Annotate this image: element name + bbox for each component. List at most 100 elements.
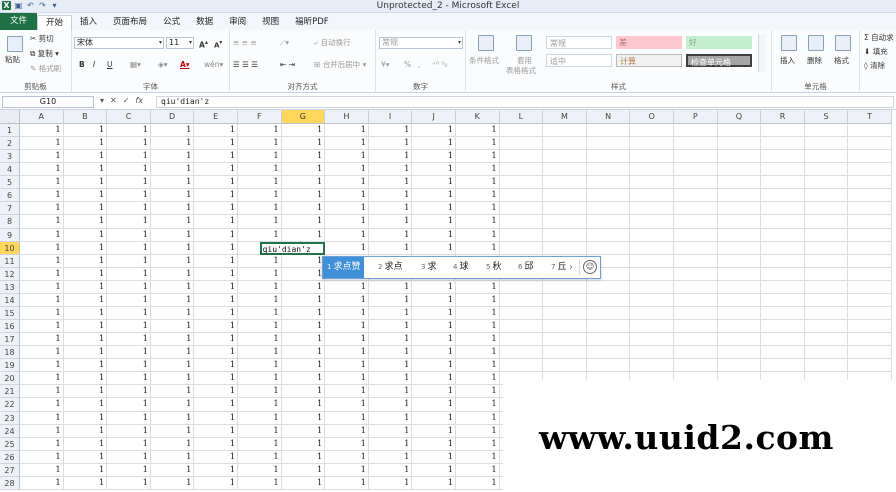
- empty-cell[interactable]: [848, 215, 892, 229]
- conditional-format-button[interactable]: 条件格式: [469, 56, 499, 66]
- cell[interactable]: 1: [412, 411, 456, 425]
- empty-cell[interactable]: [543, 124, 587, 138]
- empty-cell[interactable]: [630, 176, 674, 190]
- currency-icon[interactable]: ¥▾: [381, 60, 390, 70]
- row-header-12[interactable]: 12: [0, 267, 20, 281]
- empty-cell[interactable]: [848, 306, 892, 321]
- empty-cell[interactable]: [804, 176, 849, 190]
- cell[interactable]: 1: [150, 163, 195, 177]
- cell[interactable]: 1: [238, 228, 282, 242]
- cell[interactable]: 1: [456, 124, 500, 138]
- delete-cells-button[interactable]: 删除: [807, 56, 822, 66]
- cell[interactable]: 1: [325, 202, 369, 216]
- empty-cell[interactable]: [804, 228, 849, 242]
- row-header-20[interactable]: 20: [0, 372, 20, 386]
- empty-cell[interactable]: [630, 306, 674, 321]
- empty-cell[interactable]: [804, 333, 849, 347]
- row-header-26[interactable]: 26: [0, 450, 20, 464]
- empty-cell[interactable]: [630, 254, 674, 268]
- empty-cell[interactable]: [586, 202, 631, 216]
- empty-cell[interactable]: [586, 137, 631, 151]
- cell[interactable]: 1: [194, 267, 238, 281]
- empty-cell[interactable]: [761, 333, 805, 347]
- cell[interactable]: 1: [238, 215, 282, 229]
- cell[interactable]: 1: [238, 293, 282, 307]
- row-header-3[interactable]: 3: [0, 150, 20, 164]
- tab-view[interactable]: 视图: [254, 15, 287, 30]
- empty-cell[interactable]: [717, 163, 762, 177]
- cell[interactable]: 1: [281, 293, 326, 307]
- empty-cell[interactable]: [674, 359, 718, 373]
- check-icon[interactable]: ✓: [123, 96, 130, 105]
- cell[interactable]: 1: [194, 346, 238, 360]
- row-header-23[interactable]: 23: [0, 411, 20, 425]
- cell[interactable]: 1: [150, 346, 195, 360]
- empty-cell[interactable]: [848, 280, 892, 294]
- cell[interactable]: 1: [150, 411, 195, 425]
- empty-cell[interactable]: [674, 150, 718, 164]
- cell[interactable]: 1: [325, 346, 369, 360]
- cell[interactable]: 1: [325, 333, 369, 347]
- empty-cell[interactable]: [804, 137, 849, 151]
- cell[interactable]: 1: [20, 241, 64, 255]
- cell[interactable]: 1: [63, 150, 108, 164]
- cell[interactable]: 1: [368, 398, 413, 412]
- column-header-t[interactable]: T: [848, 110, 892, 124]
- empty-cell[interactable]: [499, 280, 544, 294]
- cell[interactable]: 1: [194, 163, 238, 177]
- cell[interactable]: 1: [150, 241, 195, 255]
- cell[interactable]: 1: [20, 476, 64, 490]
- cell[interactable]: 1: [107, 320, 151, 334]
- cell[interactable]: 1: [194, 320, 238, 334]
- row-header-11[interactable]: 11: [0, 254, 20, 268]
- cell[interactable]: 1: [194, 437, 238, 451]
- next-page-icon[interactable]: ›: [565, 257, 577, 278]
- cell[interactable]: 1: [412, 333, 456, 347]
- empty-cell[interactable]: [717, 137, 762, 151]
- empty-cell[interactable]: [761, 228, 805, 242]
- empty-cell[interactable]: [499, 202, 544, 216]
- cell[interactable]: 1: [63, 333, 108, 347]
- cell[interactable]: 1: [20, 293, 64, 307]
- cell[interactable]: 1: [63, 215, 108, 229]
- empty-cell[interactable]: [499, 176, 544, 190]
- tab-review[interactable]: 审阅: [221, 15, 254, 30]
- empty-cell[interactable]: [543, 163, 587, 177]
- cell[interactable]: 1: [194, 424, 238, 438]
- cell[interactable]: 1: [194, 450, 238, 464]
- cell[interactable]: 1: [412, 346, 456, 360]
- ime-candidate[interactable]: 5秋: [486, 257, 501, 278]
- cell[interactable]: 1: [194, 254, 238, 268]
- table-format-icon[interactable]: [516, 35, 532, 51]
- cell[interactable]: 1: [368, 202, 413, 216]
- insert-cells-button[interactable]: 插入: [780, 56, 795, 66]
- cell[interactable]: 1: [368, 359, 413, 373]
- empty-cell[interactable]: [499, 150, 544, 164]
- cell[interactable]: 1: [238, 346, 282, 360]
- cell[interactable]: 1: [107, 476, 151, 490]
- cell[interactable]: 1: [456, 385, 500, 399]
- paste-button[interactable]: 粘贴: [5, 55, 20, 65]
- empty-cell[interactable]: [499, 293, 544, 307]
- cell[interactable]: 1: [150, 424, 195, 438]
- empty-cell[interactable]: [674, 254, 718, 268]
- cell[interactable]: 1: [281, 346, 326, 360]
- cell[interactable]: 1: [107, 333, 151, 347]
- empty-cell[interactable]: [848, 202, 892, 216]
- align-top-icon[interactable]: ≡ ≡ ≡: [233, 38, 257, 48]
- cell[interactable]: 1: [20, 333, 64, 347]
- cell[interactable]: 1: [325, 398, 369, 412]
- cell[interactable]: 1: [238, 320, 282, 334]
- empty-cell[interactable]: [804, 215, 849, 229]
- style-bad[interactable]: 差: [616, 36, 682, 49]
- cell[interactable]: 1: [368, 215, 413, 229]
- number-format-select[interactable]: 常规 ▾: [379, 37, 463, 49]
- shrink-font-button[interactable]: A▾: [214, 38, 222, 50]
- cell[interactable]: 1: [150, 137, 195, 151]
- row-header-5[interactable]: 5: [0, 176, 20, 190]
- empty-cell[interactable]: [804, 359, 849, 373]
- empty-cell[interactable]: [848, 293, 892, 307]
- empty-cell[interactable]: [717, 267, 762, 281]
- row-header-2[interactable]: 2: [0, 137, 20, 151]
- empty-cell[interactable]: [804, 346, 849, 360]
